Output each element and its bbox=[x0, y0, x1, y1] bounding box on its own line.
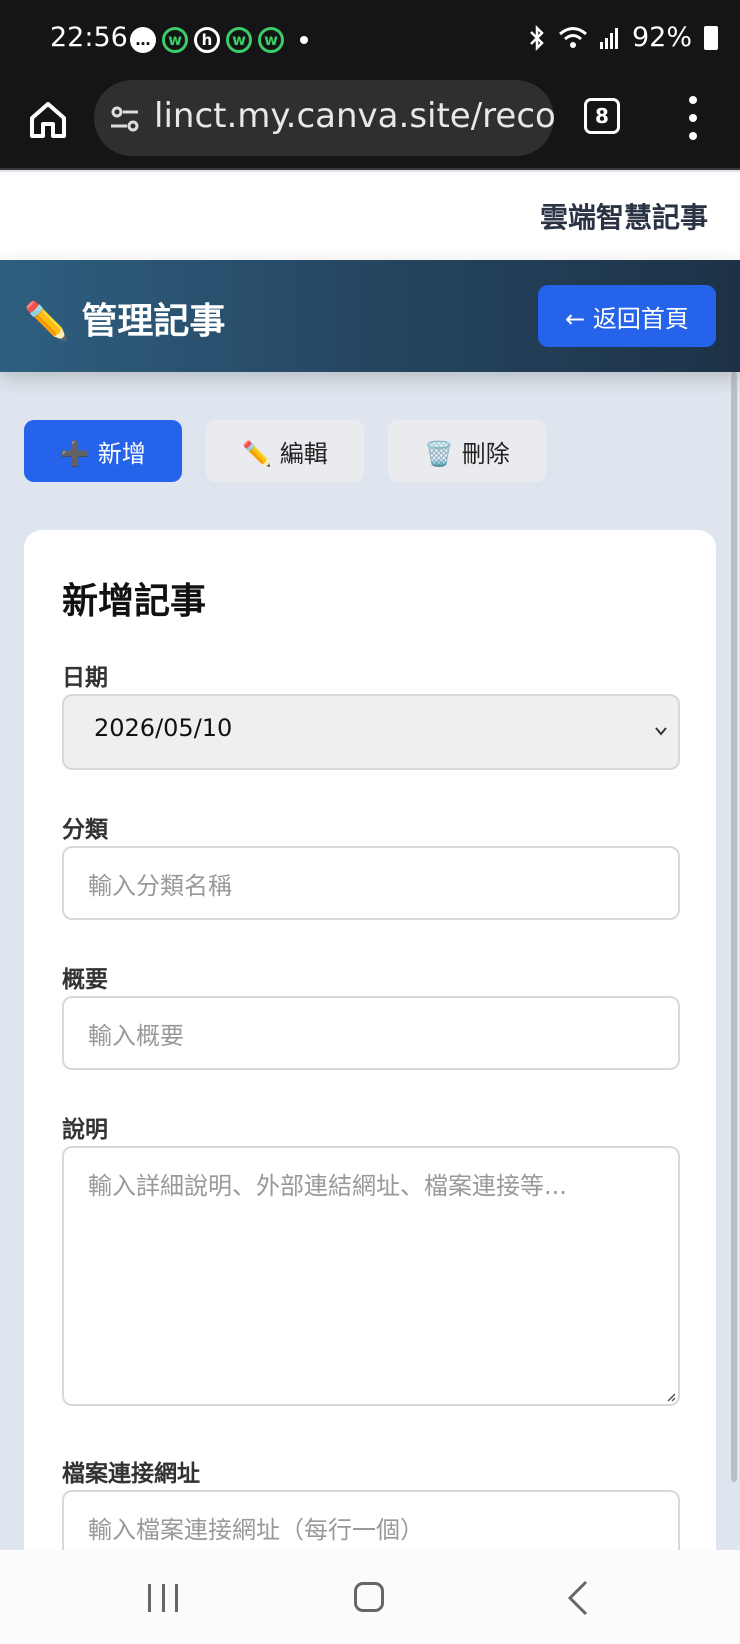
more-notifications-dot bbox=[300, 36, 308, 44]
page-scrollbar[interactable] bbox=[731, 372, 737, 1482]
battery-icon bbox=[704, 25, 718, 50]
chevron-down-icon bbox=[655, 727, 667, 736]
site-settings-icon[interactable] bbox=[108, 102, 142, 136]
address-bar[interactable]: linct.my.canva.site/record bbox=[94, 80, 554, 156]
tab-switcher-button[interactable]: 8 bbox=[584, 98, 620, 134]
h-app-icon: h bbox=[194, 27, 220, 53]
back-home-button[interactable]: ← 返回首頁 bbox=[538, 285, 716, 347]
wifi-icon bbox=[559, 26, 587, 48]
bluetooth-icon bbox=[530, 24, 544, 51]
description-textarea[interactable]: 輸入詳細說明、外部連結網址、檔案連接等... bbox=[62, 1146, 680, 1406]
w-app-icon: w bbox=[162, 27, 188, 53]
home-nav-icon[interactable] bbox=[354, 1582, 384, 1612]
system-navigation-bar bbox=[0, 1550, 740, 1644]
summary-label: 概要 bbox=[62, 967, 108, 993]
summary-input[interactable]: 輸入概要 bbox=[62, 996, 680, 1070]
url-text[interactable]: linct.my.canva.site/record bbox=[154, 96, 554, 136]
add-note-form: 新增記事 日期 2026/05/10 分類 輸入分類名稱 概要 輸入概要 說明 … bbox=[24, 530, 716, 1644]
category-placeholder: 輸入分類名稱 bbox=[88, 872, 232, 900]
browser-toolbar: linct.my.canva.site/record 8 bbox=[0, 80, 740, 170]
edit-button[interactable]: ✏️ 編輯 bbox=[206, 420, 364, 482]
battery-percent: 92% bbox=[631, 22, 692, 53]
delete-button[interactable]: 🗑️ 刪除 bbox=[388, 420, 546, 482]
status-time: 22:56 bbox=[50, 22, 128, 53]
file-url-label: 檔案連接網址 bbox=[62, 1461, 200, 1487]
form-heading: 新增記事 bbox=[62, 581, 207, 622]
add-button[interactable]: ➕ 新增 bbox=[24, 420, 182, 482]
description-label: 說明 bbox=[62, 1117, 108, 1143]
date-select[interactable]: 2026/05/10 bbox=[62, 694, 680, 770]
site-header: 雲端智慧記事 bbox=[0, 172, 740, 260]
signal-icon bbox=[599, 27, 618, 49]
action-tabs: ➕ 新增 ✏️ 編輯 🗑️ 刪除 bbox=[24, 420, 546, 482]
w-app-icon: w bbox=[226, 27, 252, 53]
more-menu-icon[interactable] bbox=[688, 96, 698, 140]
chat-bubble-icon: … bbox=[130, 27, 156, 53]
status-right: 92% bbox=[528, 22, 718, 53]
recent-apps-icon[interactable] bbox=[148, 1584, 178, 1612]
date-value: 2026/05/10 bbox=[94, 714, 233, 742]
back-nav-icon[interactable] bbox=[566, 1580, 590, 1616]
file-url-placeholder: 輸入檔案連接網址（每行一個） bbox=[88, 1516, 424, 1544]
page-title-band: ✏️ 管理記事 ← 返回首頁 bbox=[0, 260, 740, 372]
w-app-icon: w bbox=[258, 27, 284, 53]
description-placeholder: 輸入詳細說明、外部連結網址、檔案連接等... bbox=[88, 1172, 567, 1200]
home-icon[interactable] bbox=[26, 98, 70, 142]
summary-placeholder: 輸入概要 bbox=[88, 1022, 184, 1050]
category-label: 分類 bbox=[62, 817, 108, 843]
category-input[interactable]: 輸入分類名稱 bbox=[62, 846, 680, 920]
page-title: ✏️ 管理記事 bbox=[24, 301, 226, 342]
site-brand[interactable]: 雲端智慧記事 bbox=[540, 196, 708, 236]
date-label: 日期 bbox=[62, 665, 108, 691]
resize-handle-icon[interactable] bbox=[666, 1392, 676, 1402]
status-bar: 22:56 … w h w w 92% bbox=[0, 0, 740, 80]
notification-icons: … w h w w bbox=[130, 27, 308, 53]
